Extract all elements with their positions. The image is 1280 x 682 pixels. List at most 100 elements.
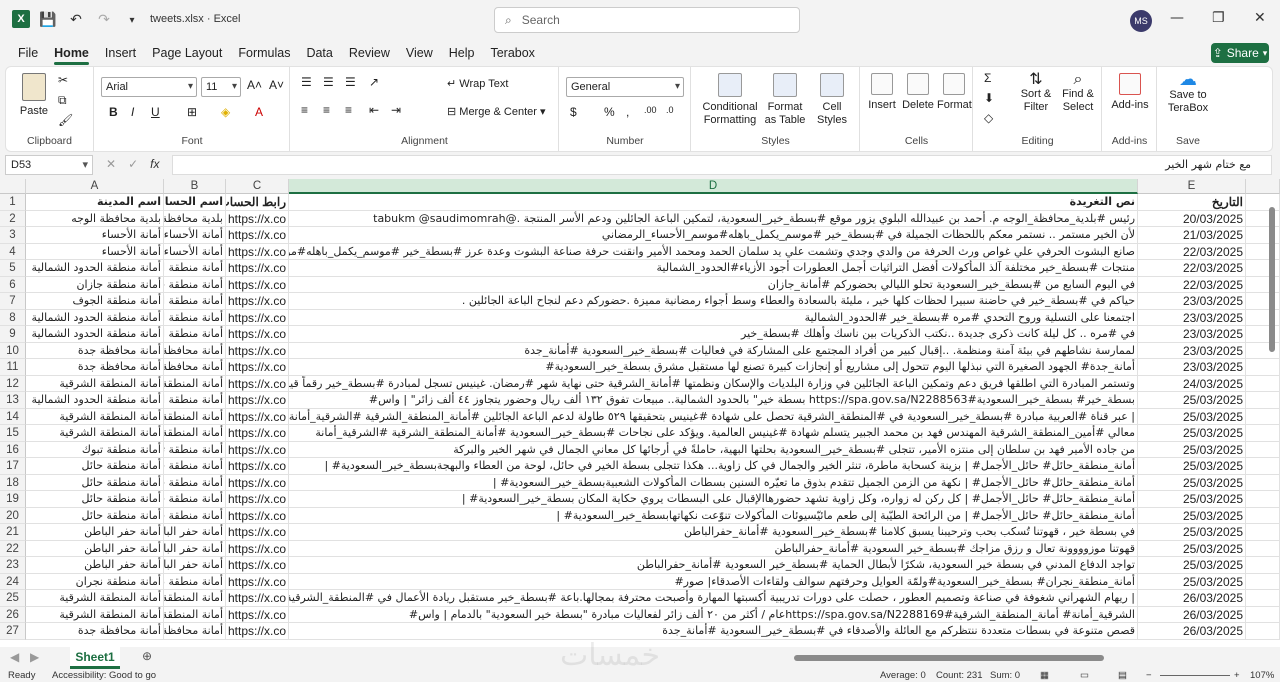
table-cell[interactable]: أمانة منطقة ال xyxy=(164,309,226,326)
table-cell[interactable]: أمانة المنطقة الشرقية xyxy=(26,590,164,607)
table-cell[interactable]: أمانة حفر الباطن xyxy=(26,557,164,574)
header-cell[interactable]: التاريخ xyxy=(1138,194,1246,211)
sheet-tab-sheet1[interactable]: Sheet1 xyxy=(70,647,120,669)
table-cell[interactable]: 23/03/2025 xyxy=(1138,309,1246,326)
table-cell[interactable]: أمانة المنطقة xyxy=(164,408,226,425)
table-cell[interactable]: https://x.co xyxy=(226,590,289,607)
table-cell[interactable]: أمانة منطقة حائل xyxy=(26,507,164,524)
table-cell[interactable]: أمانة منطقة نج xyxy=(164,573,226,590)
spreadsheet-grid[interactable]: ABCDE 1اسم المدينةاسم الحسابرابط الحسابنص… xyxy=(0,179,1280,647)
tab-help[interactable]: Help xyxy=(441,40,483,66)
table-cell[interactable]: 25/03/2025 xyxy=(1138,441,1246,458)
save-terabox-button[interactable]: ☁ Save to TeraBox xyxy=(1162,70,1214,115)
row-header[interactable]: 24 xyxy=(0,573,26,590)
share-button[interactable]: ⇪ Share ▾ xyxy=(1211,43,1269,63)
bold-icon[interactable]: B xyxy=(109,105,118,119)
table-cell[interactable]: أمانة منطقة الحدود الشمالية xyxy=(26,260,164,277)
sort-filter-button[interactable]: ⇅ Sort & Filter xyxy=(1016,72,1056,114)
tab-formulas[interactable]: Formulas xyxy=(230,40,298,66)
decrease-indent-icon[interactable]: ⇤ xyxy=(369,103,379,117)
table-cell[interactable]: 25/03/2025 xyxy=(1138,507,1246,524)
table-cell[interactable]: أمانة_منطقة_حائل# حائل_الأجمل# | نكهة من… xyxy=(289,474,1138,491)
table-cell[interactable]: أمانة منطقة حائل xyxy=(26,474,164,491)
table-cell[interactable]: https://x.co xyxy=(226,243,289,260)
table-cell[interactable]: اجتمعنا على التسلية وروح التحدي #مره #بس… xyxy=(289,309,1138,326)
delete-cells-button[interactable]: Delete xyxy=(901,73,935,112)
align-right-icon[interactable]: ≡ xyxy=(345,103,352,117)
table-cell[interactable]: من جاده الأمير فهد بن سلطان إلى منتزه ال… xyxy=(289,441,1138,458)
table-cell[interactable]: https://x.co xyxy=(226,408,289,425)
table-cell[interactable]: 26/03/2025 xyxy=(1138,623,1246,640)
table-cell[interactable]: 25/03/2025 xyxy=(1138,458,1246,475)
table-cell[interactable]: الشرقية_أمانة# أمانة_المنطقة_الشرقية#htt… xyxy=(289,606,1138,623)
row-header[interactable]: 1 xyxy=(0,194,26,211)
autosum-icon[interactable]: Σ xyxy=(984,71,991,85)
table-cell[interactable]: أمانة منطقة حائل xyxy=(26,491,164,508)
table-cell[interactable]: بسطة_خير# بسطة_خير_السعودية#https://spa.… xyxy=(289,392,1138,409)
addins-button[interactable]: Add-ins xyxy=(1107,73,1153,112)
table-cell[interactable]: في اليوم السابع من #بسطة_خير_السعودية تح… xyxy=(289,276,1138,293)
select-all-corner[interactable] xyxy=(0,179,26,194)
table-cell[interactable]: https://x.co xyxy=(226,623,289,640)
clear-icon[interactable]: ◇ xyxy=(984,111,993,125)
table-cell[interactable]: أمانة المنطقة xyxy=(164,606,226,623)
table-cell[interactable]: في بسطة خير ، قهوتنا تُسكب بحب وترحيبنا … xyxy=(289,524,1138,541)
table-cell[interactable]: 22/03/2025 xyxy=(1138,276,1246,293)
tab-home[interactable]: Home xyxy=(46,40,97,66)
cell-styles-button[interactable]: Cell Styles xyxy=(810,73,854,127)
align-left-icon[interactable]: ≡ xyxy=(301,103,308,117)
accounting-format-icon[interactable]: $ xyxy=(570,105,577,119)
maximize-icon[interactable]: ❐ xyxy=(1212,10,1225,26)
table-cell[interactable]: أمانة المنطقة الشرقية xyxy=(26,408,164,425)
table-cell[interactable]: أمانة منطقة الحدود الشمالية xyxy=(26,309,164,326)
table-cell[interactable]: أمانة منطقة تب xyxy=(164,441,226,458)
table-cell[interactable]: لممارسة نشاطهم في بيئة آمنة ومنظمة. ..إق… xyxy=(289,342,1138,359)
table-cell[interactable]: وتستمر المبادرة التي اطلقها فريق دعم وتم… xyxy=(289,375,1138,392)
format-painter-icon[interactable]: 🖌 xyxy=(58,113,73,127)
tab-file[interactable]: File xyxy=(10,40,46,66)
wrap-text-button[interactable]: ↵ Wrap Text xyxy=(447,77,508,90)
normal-view-icon[interactable]: ▦ xyxy=(1040,670,1049,681)
table-cell[interactable]: 26/03/2025 xyxy=(1138,590,1246,607)
table-cell[interactable]: أمانة منطقة جا xyxy=(164,276,226,293)
table-cell[interactable]: أمانة منطقة تبوك xyxy=(26,441,164,458)
italic-icon[interactable]: I xyxy=(131,105,134,119)
table-cell[interactable]: 25/03/2025 xyxy=(1138,491,1246,508)
table-cell[interactable]: أمانة المنطقة الشرقية xyxy=(26,425,164,442)
table-cell[interactable]: أمانة محافظة xyxy=(164,342,226,359)
row-header[interactable]: 15 xyxy=(0,425,26,442)
table-cell[interactable]: أمانة منطقة ال xyxy=(164,326,226,343)
table-cell[interactable]: https://x.co xyxy=(226,458,289,475)
font-name-select[interactable]: Arial xyxy=(101,77,197,97)
table-cell[interactable]: أمانة الأحساء xyxy=(164,227,226,244)
accessibility-status[interactable]: Accessibility: Good to go xyxy=(52,670,156,681)
page-break-view-icon[interactable]: ▤ xyxy=(1118,670,1127,681)
decrease-decimal-icon[interactable]: .0 xyxy=(666,105,674,115)
table-cell[interactable]: https://x.co xyxy=(226,540,289,557)
table-cell[interactable]: أمانة منطقة جازان xyxy=(26,276,164,293)
table-cell[interactable]: أمانة الأحساء xyxy=(26,243,164,260)
table-cell[interactable]: أمانة منطقة حا xyxy=(164,474,226,491)
page-layout-view-icon[interactable]: ▭ xyxy=(1080,670,1089,681)
close-icon[interactable]: ✕ xyxy=(1254,10,1266,26)
enter-icon[interactable]: ✓ xyxy=(128,157,138,171)
comma-icon[interactable]: , xyxy=(626,105,629,119)
table-cell[interactable]: أمانة منطقة ال xyxy=(164,392,226,409)
table-cell[interactable]: https://x.co xyxy=(226,524,289,541)
percent-icon[interactable]: % xyxy=(604,105,615,119)
header-cell[interactable]: رابط الحساب xyxy=(226,194,289,211)
save-icon[interactable]: 💾 xyxy=(38,10,58,30)
align-top-icon[interactable]: ☰ xyxy=(301,75,312,89)
table-cell[interactable]: رئيس #بلدية_محافظة_الوجه م. أحمد بن عبيد… xyxy=(289,210,1138,227)
table-cell[interactable]: منتجات #بسطة_خير مختلفة آلذ المأكولات أف… xyxy=(289,260,1138,277)
table-cell[interactable]: أمانة محافظة جدة xyxy=(26,342,164,359)
table-cell[interactable]: أمانة_منطقة_نجران# بسطة_خير_السعودية#ولم… xyxy=(289,573,1138,590)
table-cell[interactable]: أمانة الأحساء xyxy=(26,227,164,244)
font-size-select[interactable]: 11 xyxy=(201,77,241,97)
table-cell[interactable]: حياكم في #بسطة_خير في حاضنة سبيرا لحظات … xyxy=(289,293,1138,310)
row-header[interactable]: 12 xyxy=(0,375,26,392)
row-header[interactable]: 18 xyxy=(0,474,26,491)
table-cell[interactable]: أمانة حفر الباطن xyxy=(26,540,164,557)
undo-icon[interactable]: ↶ xyxy=(66,10,86,30)
merge-center-button[interactable]: ⊟ Merge & Center ▾ xyxy=(447,105,546,118)
